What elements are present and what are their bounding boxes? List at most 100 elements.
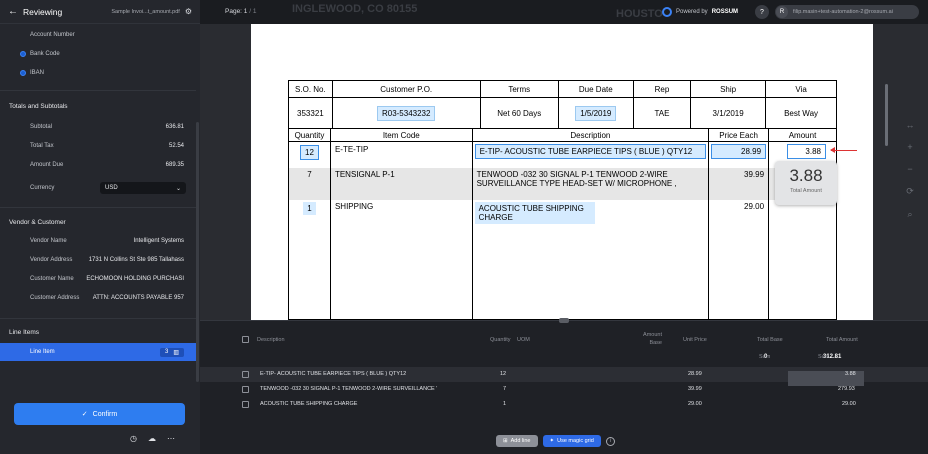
field-customer-address[interactable]: Customer Address ATTN: ACCOUNTS PAYABLE … — [0, 289, 196, 307]
eye-icon[interactable] — [20, 70, 26, 76]
row-description[interactable]: ACOUSTIC TUBE SHIPPING CHARGE — [260, 401, 357, 407]
zoom-in-icon[interactable]: + — [907, 142, 912, 152]
clock-icon[interactable]: ◷ — [130, 434, 137, 443]
grid-actions: ⊞ Add line ✦ Use magic grid i — [496, 435, 615, 447]
sidebar-header: ← Reviewing Sample Invoi...t_amount.pdf … — [0, 0, 200, 24]
topbar: Page: 1 / 1 INGLEWOOD, CO 80155 HOUSTO P… — [200, 0, 928, 24]
search-icon[interactable]: ⌕ — [907, 209, 912, 220]
eye-icon[interactable] — [20, 51, 26, 57]
qty-cell[interactable]: 12 — [288, 141, 331, 168]
header-value-due[interactable]: 1/5/2019 — [557, 97, 634, 129]
rotate-icon[interactable]: ⟳ — [906, 186, 914, 197]
row-total-amount[interactable]: 3.88 — [845, 371, 856, 377]
help-button[interactable]: ? — [755, 5, 769, 19]
header-cell: Customer P.O. — [331, 80, 481, 98]
amount-cell[interactable] — [768, 199, 837, 320]
col-total-amount[interactable]: Total Amount — [826, 337, 858, 343]
col-amount-base[interactable]: Amount Base — [638, 331, 662, 347]
gear-icon[interactable]: ⚙ — [185, 7, 192, 16]
desc-box[interactable]: E-TIP- ACOUSTIC TUBE EARPIECE TIPS ( BLU… — [474, 144, 707, 159]
line-item-count-badge[interactable]: 3 ▥ — [159, 347, 184, 357]
desc-box[interactable]: ACOUSTIC TUBE SHIPPING CHARGE — [474, 201, 595, 224]
row-quantity[interactable]: 12 — [500, 371, 506, 377]
qty-cell[interactable]: 1 — [288, 199, 331, 320]
table-row[interactable]: 12 E-TE-TIP E-TIP- ACOUSTIC TUBE EARPIEC… — [288, 141, 837, 168]
currency-select[interactable]: USD ⌄ — [100, 182, 186, 194]
row-total-amount[interactable]: 29.00 — [842, 401, 856, 407]
field-vendor-name[interactable]: Vendor Name Intelligent Systems — [0, 232, 196, 250]
amount-box[interactable]: 3.88 — [787, 144, 826, 159]
code-cell[interactable]: SHIPPING — [329, 199, 473, 320]
desc-cell[interactable]: ACOUSTIC TUBE SHIPPING CHARGE — [471, 199, 710, 320]
price-cell[interactable]: 39.99 — [708, 167, 770, 200]
row-unit-price[interactable]: 29.00 — [688, 401, 702, 407]
table-row[interactable]: TENWOOD -032 30 SIGNAL P-1 TENWOOD 2-WIR… — [200, 382, 928, 397]
sidebar-item-line-item[interactable]: Line Item 3 ▥ — [0, 343, 196, 361]
desc-cell[interactable]: E-TIP- ACOUSTIC TUBE EARPIECE TIPS ( BLU… — [471, 141, 710, 168]
row-description[interactable]: E-TIP- ACOUSTIC TUBE EARPIECE TIPS ( BLU… — [260, 371, 406, 377]
field-label: Currency — [30, 185, 55, 191]
col-unit-price[interactable]: Unit Price — [683, 337, 707, 343]
row-checkbox[interactable] — [242, 386, 249, 393]
field-value[interactable]: 689.35 — [166, 162, 196, 168]
field-total-tax[interactable]: Total Tax 52.54 — [0, 137, 196, 155]
field-amount-due[interactable]: Amount Due 689.35 — [0, 156, 196, 174]
field-bank-code[interactable]: Bank Code — [0, 45, 196, 63]
row-checkbox[interactable] — [242, 401, 249, 408]
header-value-po[interactable]: R03-5343232 — [331, 97, 481, 129]
select-all-checkbox[interactable] — [242, 336, 249, 343]
due-date-box[interactable]: 1/5/2019 — [575, 105, 617, 121]
fit-width-icon[interactable]: ↔ — [906, 120, 915, 130]
field-customer-name[interactable]: Customer Name ECHOMOON HOLDING PURCHASI — [0, 270, 196, 288]
zoom-out-icon[interactable]: − — [907, 164, 912, 174]
file-name: Sample Invoi...t_amount.pdf — [111, 8, 180, 15]
cloud-download-icon[interactable]: ☁ — [148, 434, 156, 443]
user-menu[interactable]: R filip.masin+test-automation-2@rossum.a… — [775, 5, 919, 19]
row-unit-price[interactable]: 28.99 — [688, 371, 702, 377]
price-cell[interactable]: 29.00 — [708, 199, 770, 320]
col-total-base[interactable]: Total Base — [757, 337, 783, 343]
price-box[interactable]: 28.99 — [711, 144, 767, 159]
qty-box[interactable]: 12 — [300, 145, 319, 160]
field-value[interactable]: ECHOMOON HOLDING PURCHASI — [86, 276, 196, 282]
code-cell[interactable]: E-TE-TIP — [329, 141, 473, 168]
field-account-number[interactable]: Account Number — [0, 26, 196, 44]
field-value[interactable]: 1731 N Collins St Ste 985 Tallahass — [89, 257, 196, 263]
row-checkbox[interactable] — [242, 371, 249, 378]
row-quantity[interactable]: 1 — [503, 401, 506, 407]
info-icon[interactable]: i — [605, 436, 615, 446]
row-description[interactable]: TENWOOD -032 30 SIGNAL P-1 TENWOOD 2-WIR… — [260, 386, 437, 392]
customer-po-box[interactable]: R03-5343232 — [376, 105, 436, 121]
table-row[interactable]: 7 TENSIGNAL P-1 TENWOOD -032 30 SIGNAL P… — [288, 167, 837, 200]
field-value[interactable]: ATTN: ACCOUNTS PAYABLE 957 — [93, 295, 196, 301]
resize-handle[interactable] — [559, 318, 569, 323]
field-value[interactable]: 52.54 — [169, 143, 196, 149]
price-cell[interactable]: 28.99 — [708, 141, 770, 168]
magic-grid-button[interactable]: ✦ Use magic grid — [542, 435, 601, 447]
field-vendor-address[interactable]: Vendor Address 1731 N Collins St Ste 985… — [0, 251, 196, 269]
row-quantity[interactable]: 7 — [503, 386, 506, 392]
document-viewer[interactable]: S.O. No. Customer P.O. Terms Due Date Re… — [200, 24, 928, 320]
field-value[interactable]: 636.81 — [166, 124, 196, 130]
table-row[interactable]: ACOUSTIC TUBE SHIPPING CHARGE 1 29.00 29… — [200, 397, 928, 412]
more-icon[interactable]: ⋯ — [167, 434, 175, 443]
table-row[interactable]: 1 SHIPPING ACOUSTIC TUBE SHIPPING CHARGE… — [288, 199, 837, 320]
field-subtotal[interactable]: Subtotal 636.81 — [0, 118, 196, 136]
field-value[interactable]: Intelligent Systems — [134, 238, 196, 244]
row-unit-price[interactable]: 39.99 — [688, 386, 702, 392]
row-total-amount[interactable]: 279.93 — [838, 386, 855, 392]
field-iban[interactable]: IBAN — [0, 64, 196, 82]
col-description[interactable]: Description — [257, 337, 285, 343]
col-uom[interactable]: UOM — [517, 337, 530, 343]
back-arrow-icon[interactable]: ← — [8, 6, 18, 17]
table-row[interactable]: E-TIP- ACOUSTIC TUBE EARPIECE TIPS ( BLU… — [200, 367, 928, 386]
code-cell[interactable]: TENSIGNAL P-1 — [329, 167, 473, 200]
qty-box[interactable]: 1 — [303, 201, 316, 215]
document-scrollbar[interactable] — [885, 84, 888, 146]
confirm-button[interactable]: ✓ Confirm — [14, 403, 185, 425]
qty-cell[interactable]: 7 — [288, 167, 331, 200]
add-line-button[interactable]: ⊞ Add line — [496, 435, 538, 447]
desc-cell[interactable]: TENWOOD -032 30 SIGNAL P-1 TENWOOD 2-WIR… — [471, 167, 710, 200]
col-quantity[interactable]: Quantity — [490, 337, 510, 343]
sidebar-scrollbar[interactable] — [196, 122, 199, 382]
